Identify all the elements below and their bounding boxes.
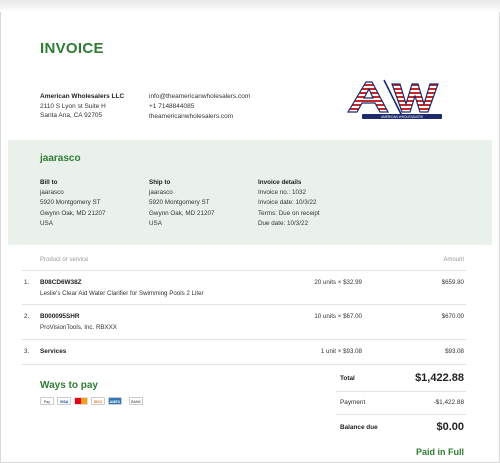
divider xyxy=(22,304,466,305)
apple-pay-icon: Pay xyxy=(40,397,54,405)
row-item-title: Services xyxy=(40,348,67,355)
divider xyxy=(22,364,466,365)
total-label: Total xyxy=(340,375,355,382)
row-number: 1. xyxy=(24,279,30,286)
amex-icon: AMEX xyxy=(108,397,122,405)
logo-subtext: AMERICAN WHOLESALERS xyxy=(381,115,423,119)
balance-due-value: $0.00 xyxy=(436,421,464,433)
row-amount: $659.80 xyxy=(441,279,464,286)
row-amount: $670.00 xyxy=(441,313,464,320)
bill-to-line1: 5920 Montgomery ST xyxy=(40,199,101,207)
company-address-line2: Santa Ana, CA 92705 xyxy=(40,112,103,119)
row-item-description: ProVisionTools, Inc. RBXXX xyxy=(40,324,117,331)
invoice-title: INVOICE xyxy=(40,40,104,57)
amount-column-header: Amount xyxy=(443,257,464,263)
customer-name: jaarasco xyxy=(40,153,81,164)
ship-to-heading: Ship to xyxy=(149,179,171,186)
bank-icon: BANK xyxy=(129,397,143,405)
ways-to-pay-heading: Ways to pay xyxy=(40,380,98,391)
invoice-terms: Terms: Due on receipt xyxy=(258,209,320,217)
divider xyxy=(336,414,466,415)
invoice-details-block: Invoice details Invoice no.: 1032 Invoic… xyxy=(258,178,320,229)
ship-to-line1: 5920 Montgomery ST xyxy=(149,199,210,207)
bill-to-block: Bill to jaarasco 5920 Montgomery ST Gwyn… xyxy=(40,178,105,229)
row-quantity: 10 units × $67.00 xyxy=(314,313,362,320)
divider xyxy=(336,391,466,392)
ship-to-name: jaarasco xyxy=(149,189,173,197)
company-address-line1: 2110 S Lyon st Suite H xyxy=(40,102,106,110)
ship-to-country: USA xyxy=(149,219,162,227)
divider xyxy=(22,339,466,340)
bill-to-name: jaarasco xyxy=(40,189,64,197)
row-number: 3. xyxy=(24,348,30,355)
company-email[interactable]: info@theamericanwholesalers.com xyxy=(149,92,250,102)
top-shadow xyxy=(0,0,500,12)
company-block: American Wholesalers LLC 2110 S Lyon st … xyxy=(40,92,124,121)
row-item-title: B08CD6W38Z xyxy=(40,279,82,286)
ship-to-block: Ship to jaarasco 5920 Montgomery ST Gwyn… xyxy=(149,178,214,229)
total-value: $1,422.88 xyxy=(415,372,464,384)
company-website[interactable]: theamericanwholesalers.com xyxy=(149,112,250,122)
row-item-title: B000095SHR xyxy=(40,313,80,320)
invoice-details-heading: Invoice details xyxy=(258,179,302,186)
row-item-description: Leslie's Clear Aid Water Clarifier for S… xyxy=(40,290,204,297)
invoice-date: Invoice date: 10/3/22 xyxy=(258,199,317,207)
visa-icon: VISA xyxy=(57,397,71,405)
row-quantity: 1 unit × $93.08 xyxy=(320,348,362,355)
bill-to-heading: Bill to xyxy=(40,179,58,186)
payment-methods: Pay VISA DISC AMEX BANK xyxy=(40,397,143,405)
contact-block: info@theamericanwholesalers.com +1 71488… xyxy=(149,92,250,122)
company-phone: +1 7148844085 xyxy=(149,103,195,110)
row-number: 2. xyxy=(24,313,30,320)
mastercard-icon xyxy=(74,397,88,405)
bill-to-line2: Gwynn Oak, MD 21207 xyxy=(40,209,106,217)
divider xyxy=(22,270,466,271)
balance-due-label: Balance due xyxy=(340,424,378,431)
company-logo: AMERICAN WHOLESALERS xyxy=(346,79,442,119)
invoice-due-date: Due date: 10/3/22 xyxy=(258,219,309,227)
payment-label: Payment xyxy=(340,399,366,406)
invoice-number: Invoice no.: 1032 xyxy=(258,189,306,197)
bill-to-country: USA xyxy=(40,219,53,227)
ship-to-line2: Gwynn Oak, MD 21207 xyxy=(149,209,215,217)
paid-status: Paid in Full xyxy=(415,447,464,457)
product-column-header: Product or service xyxy=(40,257,89,263)
company-name: American Wholesalers LLC xyxy=(40,93,125,100)
row-amount: $93.08 xyxy=(445,348,464,355)
payment-value: -$1,422.88 xyxy=(433,399,464,406)
discover-icon: DISC xyxy=(91,397,105,405)
row-quantity: 20 units × $32.99 xyxy=(314,279,362,286)
